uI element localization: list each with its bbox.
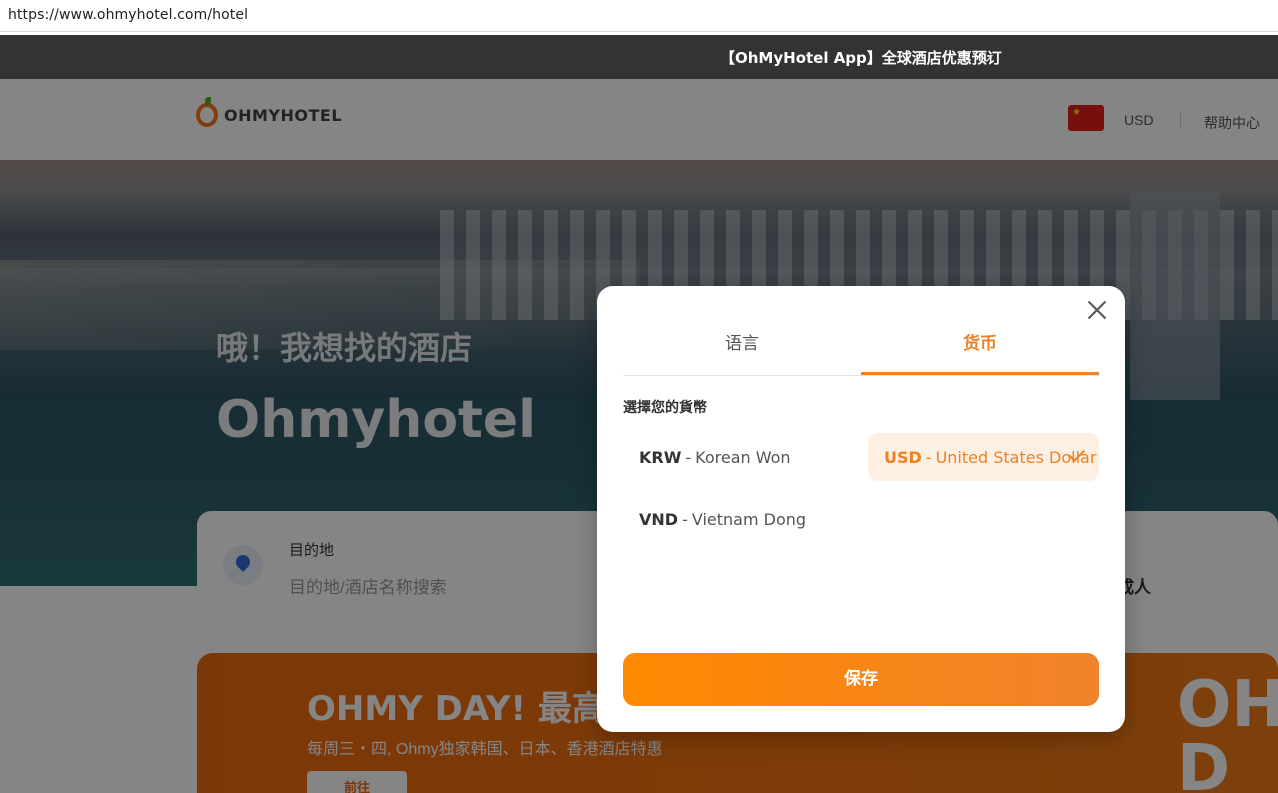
currency-option-krw[interactable]: KRW - Korean Won <box>623 433 853 481</box>
currency-option-usd[interactable]: USD - United States Dollar <box>868 433 1099 481</box>
currency-dash: - <box>682 509 688 529</box>
currency-code: USD <box>884 447 922 467</box>
tab-currency[interactable]: 货币 <box>861 322 1099 375</box>
language-currency-modal: 语言 货币 選擇您的貨幣 KRW - Korean Won USD - Unit… <box>597 286 1125 732</box>
currency-name: Korean Won <box>695 447 791 467</box>
currency-name: Vietnam Dong <box>691 509 807 529</box>
currency-code: KRW <box>639 447 682 467</box>
url-text[interactable]: https://www.ohmyhotel.com/hotel <box>8 7 248 23</box>
currency-code: VND <box>639 509 679 529</box>
modal-tabs: 语言 货币 <box>623 322 1099 376</box>
tab-language[interactable]: 语言 <box>623 322 861 375</box>
app-promo-text[interactable]: 【OhMyHotel App】全球酒店优惠预订 <box>720 47 1002 68</box>
app-promo-bar[interactable]: 【OhMyHotel App】全球酒店优惠预订 <box>0 35 1278 79</box>
currency-section-title: 選擇您的貨幣 <box>623 400 707 416</box>
currency-dash: - <box>685 447 692 467</box>
close-icon[interactable] <box>1083 296 1111 324</box>
browser-url-bar[interactable]: https://www.ohmyhotel.com/hotel <box>0 0 1278 32</box>
currency-dash: - <box>925 447 932 467</box>
save-button[interactable]: 保存 <box>623 653 1099 706</box>
currency-option-vnd[interactable]: VND - Vietnam Dong <box>623 495 853 543</box>
